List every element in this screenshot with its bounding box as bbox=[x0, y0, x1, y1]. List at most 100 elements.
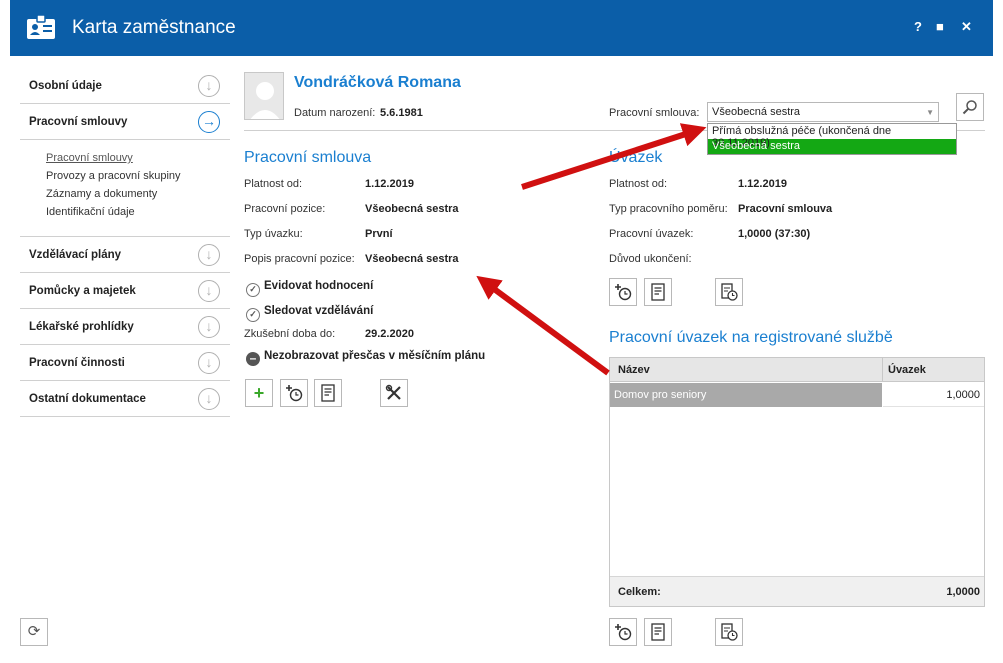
contract-valid-from-label: Platnost od: bbox=[244, 178, 303, 190]
sidebar-item-label: Ostatní dokumentace bbox=[29, 393, 146, 405]
sidebar-item-ostatni-dokumentace[interactable]: Ostatní dokumentace ↓ bbox=[20, 381, 230, 417]
contract-option[interactable]: Přímá obslužná péče (ukončená dne 30.11.… bbox=[708, 124, 956, 149]
total-label: Celkem: bbox=[618, 586, 661, 598]
table-row[interactable]: Domov pro seniory 1,0000 bbox=[610, 383, 984, 407]
document-icon bbox=[321, 384, 335, 402]
sidebar-item-label: Pomůcky a majetek bbox=[29, 285, 136, 297]
add-schedule-button[interactable] bbox=[609, 618, 637, 646]
search-button[interactable] bbox=[956, 93, 984, 121]
plus-icon: + bbox=[253, 383, 265, 403]
circle-arrow-right-icon: → bbox=[198, 111, 220, 133]
sidebar-sublist: Pracovní smlouvy Provozy a pracovní skup… bbox=[20, 140, 230, 237]
circle-arrow-down-icon: ↓ bbox=[198, 388, 220, 410]
tools-button[interactable] bbox=[380, 379, 408, 407]
circle-arrow-down-icon: ↓ bbox=[198, 244, 220, 266]
circle-arrow-down-icon: ↓ bbox=[198, 352, 220, 374]
overtime-option[interactable]: – Nezobrazovat přesčas v měsíčním plánu bbox=[246, 350, 485, 366]
sidebar-subitem-identifikacni[interactable]: Identifikační údaje bbox=[46, 206, 230, 224]
table-cell-name: Domov pro seniory bbox=[610, 383, 882, 407]
history-button[interactable] bbox=[715, 278, 743, 306]
circle-arrow-down-icon: ↓ bbox=[198, 280, 220, 302]
education-check[interactable]: ✓ Sledovat vzdělávání bbox=[246, 305, 373, 322]
add-schedule-button[interactable] bbox=[609, 278, 637, 306]
add-clock-icon bbox=[615, 284, 632, 301]
workload-label: Pracovní úvazek: bbox=[609, 228, 694, 240]
tools-icon bbox=[385, 384, 401, 400]
add-clock-icon bbox=[615, 624, 632, 641]
sidebar-item-lekarske-prohlidky[interactable]: Lékařské prohlídky ↓ bbox=[20, 309, 230, 345]
add-schedule-button[interactable] bbox=[280, 379, 308, 407]
sidebar-subitem-provozy[interactable]: Provozy a pracovní skupiny bbox=[46, 170, 230, 188]
sidebar-item-label: Pracovní činnosti bbox=[29, 357, 125, 369]
arrow-to-position-desc bbox=[476, 275, 610, 376]
workload-valid-from-value: 1.12.2019 bbox=[738, 178, 787, 190]
contract-section-title: Pracovní smlouva bbox=[244, 149, 372, 166]
dob-label: Datum narození: bbox=[294, 107, 376, 119]
contract-type-label: Typ úvazku: bbox=[244, 228, 303, 240]
column-header-name[interactable]: Název bbox=[618, 364, 650, 376]
table-cell-load[interactable]: 1,0000 bbox=[883, 383, 984, 407]
document-icon bbox=[651, 283, 665, 301]
evaluation-label: Evidovat hodnocení bbox=[264, 280, 374, 292]
column-header-load[interactable]: Úvazek bbox=[888, 364, 926, 376]
document-button[interactable] bbox=[314, 379, 342, 407]
table-header: Název Úvazek bbox=[610, 358, 984, 382]
contract-position-label: Pracovní pozice: bbox=[244, 203, 326, 215]
search-icon bbox=[962, 100, 977, 115]
sidebar-item-vzdelavaci-plany[interactable]: Vzdělávací plány ↓ bbox=[20, 237, 230, 273]
sidebar-item-pomucky[interactable]: Pomůcky a majetek ↓ bbox=[20, 273, 230, 309]
employee-card-icon bbox=[27, 14, 55, 39]
sidebar-item-label: Vzdělávací plány bbox=[29, 249, 122, 261]
contract-dropdown-list: Přímá obslužná péče (ukončená dne 30.11.… bbox=[707, 123, 957, 155]
workload-value: 1,0000 (37:30) bbox=[738, 228, 811, 240]
contract-valid-from-value: 1.12.2019 bbox=[365, 178, 414, 190]
help-button[interactable]: ? bbox=[914, 19, 922, 34]
person-silhouette-icon bbox=[250, 82, 280, 119]
evaluation-check[interactable]: ✓ Evidovat hodnocení bbox=[246, 280, 373, 297]
contract-position-desc-value: Všeobecná sestra bbox=[365, 253, 459, 265]
document-button[interactable] bbox=[644, 278, 672, 306]
maximize-button[interactable]: ■ bbox=[936, 19, 944, 34]
employment-type-label: Typ pracovního poměru: bbox=[609, 203, 728, 215]
document-clock-icon bbox=[721, 623, 738, 641]
sidebar-subitem-zaznamy[interactable]: Záznamy a dokumenty bbox=[46, 188, 230, 206]
table-footer: Celkem: 1,0000 bbox=[610, 576, 984, 606]
refresh-button[interactable]: ⟳ bbox=[20, 618, 48, 646]
probation-value: 29.2.2020 bbox=[365, 328, 414, 340]
sidebar-item-osobni-udaje[interactable]: Osobní údaje ↓ bbox=[20, 68, 230, 104]
sidebar-item-pracovni-smlouvy[interactable]: Pracovní smlouvy → bbox=[20, 104, 230, 140]
overtime-label: Nezobrazovat přesčas v měsíčním plánu bbox=[264, 350, 486, 362]
contract-select[interactable]: Všeobecná sestra ▼ bbox=[707, 102, 939, 122]
document-button[interactable] bbox=[644, 618, 672, 646]
minus-circle-icon: – bbox=[246, 352, 260, 366]
history-button[interactable] bbox=[715, 618, 743, 646]
total-value: 1,0000 bbox=[946, 586, 980, 598]
circle-arrow-down-icon: ↓ bbox=[198, 316, 220, 338]
contract-option-selected[interactable]: Všeobecná sestra bbox=[708, 139, 956, 154]
service-section-title: Pracovní úvazek na registrované službě bbox=[609, 329, 893, 346]
sidebar-item-pracovni-cinnosti[interactable]: Pracovní činnosti ↓ bbox=[20, 345, 230, 381]
document-clock-icon bbox=[721, 283, 738, 301]
dob-value: 5.6.1981 bbox=[380, 107, 423, 119]
termination-reason-label: Důvod ukončení: bbox=[609, 253, 692, 265]
check-circle-icon: ✓ bbox=[246, 283, 260, 297]
probation-label: Zkušební doba do: bbox=[244, 328, 336, 340]
close-button[interactable]: ✕ bbox=[961, 19, 972, 35]
refresh-icon: ⟳ bbox=[27, 623, 41, 640]
contract-type-value: První bbox=[365, 228, 393, 240]
employee-name: Vondráčková Romana bbox=[294, 74, 461, 91]
contract-position-desc-label: Popis pracovní pozice: bbox=[244, 253, 355, 265]
contract-select-label: Pracovní smlouva: bbox=[609, 107, 700, 119]
education-label: Sledovat vzdělávání bbox=[264, 305, 374, 317]
sidebar-subitem-pracovni-smlouvy[interactable]: Pracovní smlouvy bbox=[46, 152, 230, 170]
add-clock-icon bbox=[286, 385, 303, 402]
window-title: Karta zaměstnance bbox=[72, 17, 236, 38]
avatar bbox=[244, 72, 284, 120]
add-button[interactable]: + bbox=[245, 379, 273, 407]
workload-section-title: Úvazek bbox=[609, 149, 663, 166]
check-circle-icon: ✓ bbox=[246, 308, 260, 322]
sidebar-item-label: Lékařské prohlídky bbox=[29, 321, 134, 333]
chevron-down-icon: ▼ bbox=[926, 108, 934, 117]
workload-valid-from-label: Platnost od: bbox=[609, 178, 668, 190]
contract-position-value: Všeobecná sestra bbox=[365, 203, 459, 215]
